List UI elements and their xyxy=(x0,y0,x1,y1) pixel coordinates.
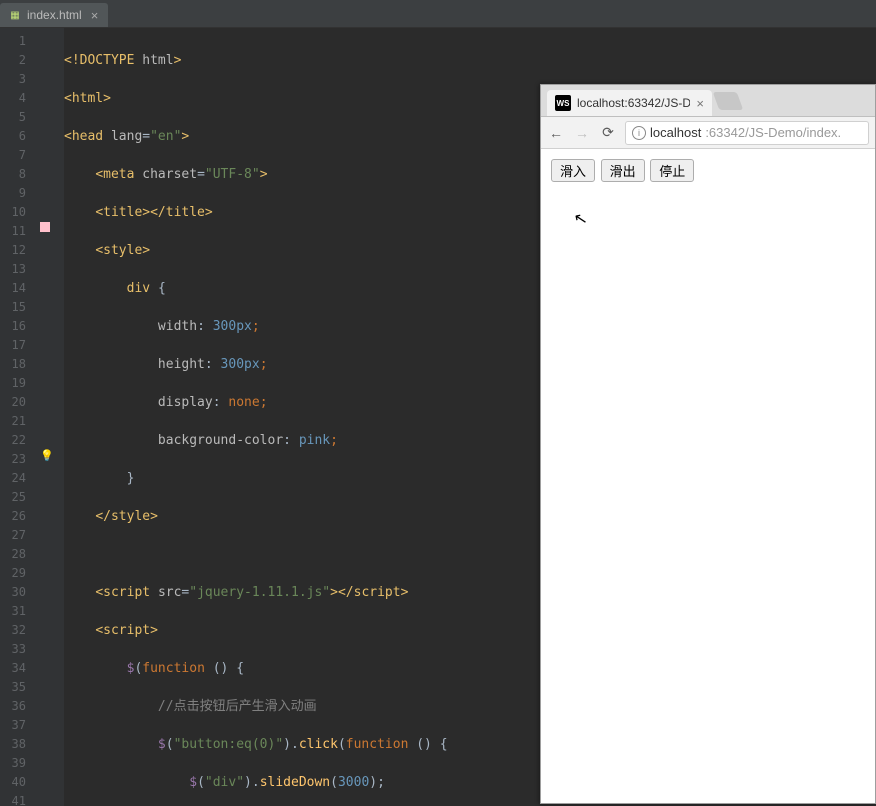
browser-tab-title: localhost:63342/JS-De xyxy=(577,96,690,110)
line-number: 20 xyxy=(0,393,32,412)
line-number: 37 xyxy=(0,716,32,735)
line-number: 17 xyxy=(0,336,32,355)
line-number: 11 xyxy=(0,222,32,241)
line-number: 14 xyxy=(0,279,32,298)
line-number: 18 xyxy=(0,355,32,374)
line-number: 36 xyxy=(0,697,32,716)
line-number: 33 xyxy=(0,640,32,659)
file-tab[interactable]: ▦ index.html × xyxy=(0,3,108,27)
line-number: 29 xyxy=(0,564,32,583)
browser-window: WS localhost:63342/JS-De × ← → ⟳ i local… xyxy=(540,84,876,804)
line-number: 27 xyxy=(0,526,32,545)
breakpoint-marker[interactable] xyxy=(40,222,50,232)
line-number: 1 xyxy=(0,32,32,51)
line-number: 8 xyxy=(0,165,32,184)
line-number-gutter: 1234567891011121314151617181920212223242… xyxy=(0,28,32,806)
line-number: 15 xyxy=(0,298,32,317)
line-number: 9 xyxy=(0,184,32,203)
url-host: localhost xyxy=(650,125,701,140)
line-number: 30 xyxy=(0,583,32,602)
html-open: <html> xyxy=(64,91,111,106)
line-number: 34 xyxy=(0,659,32,678)
page-viewport: 滑入 滑出 停止 ↖ xyxy=(541,149,875,803)
line-number: 16 xyxy=(0,317,32,336)
slide-in-button[interactable]: 滑入 xyxy=(551,159,595,182)
file-tab-label: index.html xyxy=(27,8,82,22)
line-number: 7 xyxy=(0,146,32,165)
line-number: 25 xyxy=(0,488,32,507)
line-number: 32 xyxy=(0,621,32,640)
reload-button[interactable]: ⟳ xyxy=(599,124,617,142)
url-input[interactable]: i localhost :63342/JS-Demo/index. xyxy=(625,121,869,145)
doctype: <!DOCTYPE xyxy=(64,53,142,68)
line-number: 10 xyxy=(0,203,32,222)
line-number: 31 xyxy=(0,602,32,621)
address-bar: ← → ⟳ i localhost :63342/JS-Demo/index. xyxy=(541,117,875,149)
line-number: 40 xyxy=(0,773,32,792)
close-icon[interactable]: × xyxy=(91,8,99,23)
line-number: 6 xyxy=(0,127,32,146)
line-number: 35 xyxy=(0,678,32,697)
line-number: 38 xyxy=(0,735,32,754)
marker-gutter xyxy=(32,28,64,806)
line-number: 24 xyxy=(0,469,32,488)
editor-tab-bar: ▦ index.html × xyxy=(0,0,876,28)
line-number: 12 xyxy=(0,241,32,260)
line-number: 4 xyxy=(0,89,32,108)
slide-out-button[interactable]: 滑出 xyxy=(601,159,645,182)
site-info-icon[interactable]: i xyxy=(632,126,646,140)
browser-tab-strip: WS localhost:63342/JS-De × xyxy=(541,85,875,117)
close-icon[interactable]: × xyxy=(696,96,704,111)
line-number: 23 xyxy=(0,450,32,469)
line-number: 41 xyxy=(0,792,32,806)
line-number: 5 xyxy=(0,108,32,127)
line-number: 39 xyxy=(0,754,32,773)
browser-tab[interactable]: WS localhost:63342/JS-De × xyxy=(547,90,712,116)
url-path: :63342/JS-Demo/index. xyxy=(705,125,841,140)
line-number: 3 xyxy=(0,70,32,89)
line-number: 22 xyxy=(0,431,32,450)
new-tab-button[interactable] xyxy=(713,92,744,110)
forward-button[interactable]: → xyxy=(573,124,591,142)
webstorm-favicon-icon: WS xyxy=(555,95,571,111)
html-file-icon: ▦ xyxy=(8,8,22,22)
line-number: 26 xyxy=(0,507,32,526)
mouse-cursor-icon: ↖ xyxy=(572,208,589,230)
line-number: 21 xyxy=(0,412,32,431)
lightbulb-icon[interactable] xyxy=(40,448,50,458)
line-number: 2 xyxy=(0,51,32,70)
line-number: 13 xyxy=(0,260,32,279)
line-number: 19 xyxy=(0,374,32,393)
stop-button[interactable]: 停止 xyxy=(650,159,694,182)
back-button[interactable]: ← xyxy=(547,124,565,142)
line-number: 28 xyxy=(0,545,32,564)
